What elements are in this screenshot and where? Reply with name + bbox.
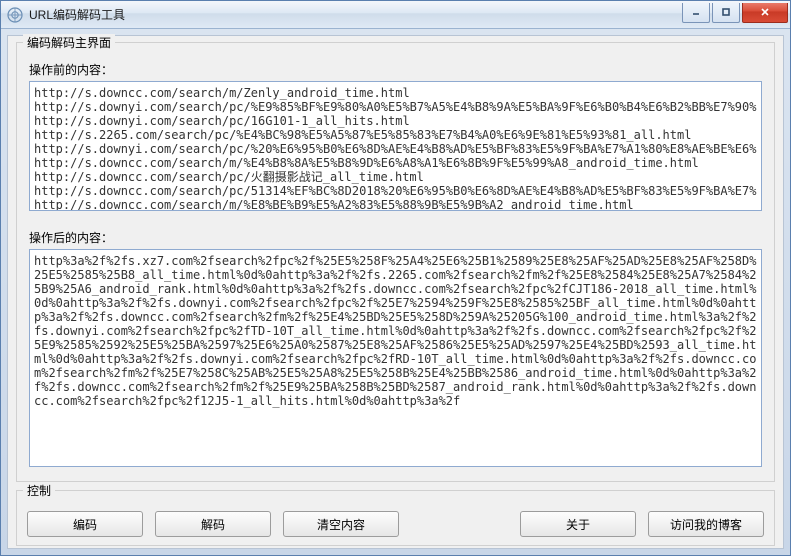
close-button[interactable]: [742, 3, 788, 23]
decode-button[interactable]: 解码: [155, 511, 271, 537]
window-controls: [680, 3, 788, 23]
encode-button[interactable]: 编码: [27, 511, 143, 537]
control-group-legend: 控制: [23, 482, 55, 499]
window-title: URL编码解码工具: [29, 6, 680, 23]
main-group-legend: 编码解码主界面: [23, 34, 115, 51]
control-groupbox: 控制 编码 解码 清空内容 关于 访问我的博客: [16, 490, 775, 546]
main-groupbox: 编码解码主界面 操作前的内容： http://s.downcc.com/sear…: [16, 42, 775, 482]
client-area: 编码解码主界面 操作前的内容： http://s.downcc.com/sear…: [7, 35, 784, 549]
visit-blog-button[interactable]: 访问我的博客: [648, 511, 764, 537]
before-textarea[interactable]: http://s.downcc.com/search/m/Zenly_andro…: [29, 81, 762, 211]
titlebar: URL编码解码工具: [1, 1, 790, 29]
clear-button[interactable]: 清空内容: [283, 511, 399, 537]
before-label: 操作前的内容：: [29, 61, 113, 78]
minimize-button[interactable]: [682, 3, 710, 23]
maximize-button[interactable]: [712, 3, 740, 23]
app-window: URL编码解码工具 编码解码主界面 操作前的内容： http://s.downc…: [0, 0, 791, 556]
app-icon: [7, 7, 23, 23]
button-spacer: [411, 511, 508, 537]
about-button[interactable]: 关于: [520, 511, 636, 537]
control-buttons: 编码 解码 清空内容 关于 访问我的博客: [27, 511, 764, 537]
after-label: 操作后的内容：: [29, 229, 113, 246]
after-textarea[interactable]: http%3a%2f%2fs.xz7.com%2fsearch%2fpc%2f%…: [29, 249, 762, 467]
